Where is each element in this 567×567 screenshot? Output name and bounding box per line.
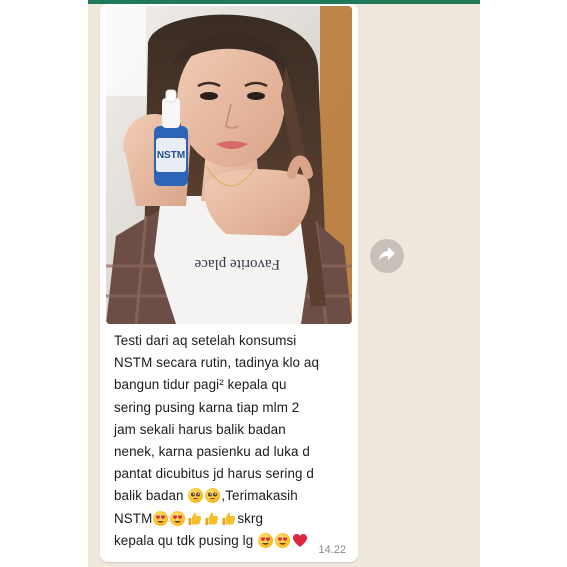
pleading-face-icon xyxy=(205,488,221,504)
forward-button[interactable] xyxy=(370,239,404,273)
photo-illustration: Favorite place NSTM xyxy=(106,6,352,324)
heart-eyes-icon xyxy=(153,510,169,526)
thumbs-up-icon xyxy=(221,511,236,526)
message-line: NSTM secara rutin, tadinya klo aq xyxy=(114,355,319,371)
screenshot-page: Favorite place NSTM Testi dari aq setela… xyxy=(0,0,567,567)
message-photo[interactable]: Favorite place NSTM xyxy=(106,6,352,324)
heart-eyes-icon xyxy=(170,510,186,526)
message-line-part: NSTM xyxy=(114,510,153,526)
thumbs-up-icon xyxy=(187,511,202,526)
message-line: jam sekali harus balik badan xyxy=(114,421,286,437)
bottle-label: NSTM xyxy=(157,150,185,161)
shirt-text: Favorite place xyxy=(194,256,280,272)
message-line: bangun tidur pagi² kepala qu xyxy=(114,377,287,393)
message-line: nenek, karna pasienku ad luka d xyxy=(114,444,310,460)
message-line: pantat dicubitus jd harus sering d xyxy=(114,466,314,482)
red-heart-icon xyxy=(292,533,308,548)
heart-eyes-icon xyxy=(258,532,274,548)
thumbs-up-icon xyxy=(204,511,219,526)
message-line-part: skrg xyxy=(237,510,264,526)
message-line-part: kepala qu tdk pusing lg xyxy=(114,532,258,548)
message-bubble[interactable]: Favorite place NSTM Testi dari aq setela… xyxy=(100,4,358,562)
pleading-face-icon xyxy=(188,488,204,504)
forward-arrow-icon xyxy=(378,246,396,267)
message-line: sering pusing karna tiap mlm 2 xyxy=(114,399,300,415)
message-timestamp: 14.22 xyxy=(318,544,346,556)
message-line-part: ,Terimakasih xyxy=(221,488,298,504)
heart-eyes-icon xyxy=(275,532,291,548)
message-text: Testi dari aq setelah konsumsi NSTM seca… xyxy=(114,330,352,552)
message-line: Testi dari aq setelah konsumsi xyxy=(114,333,297,348)
message-line-part: balik badan xyxy=(114,488,188,504)
